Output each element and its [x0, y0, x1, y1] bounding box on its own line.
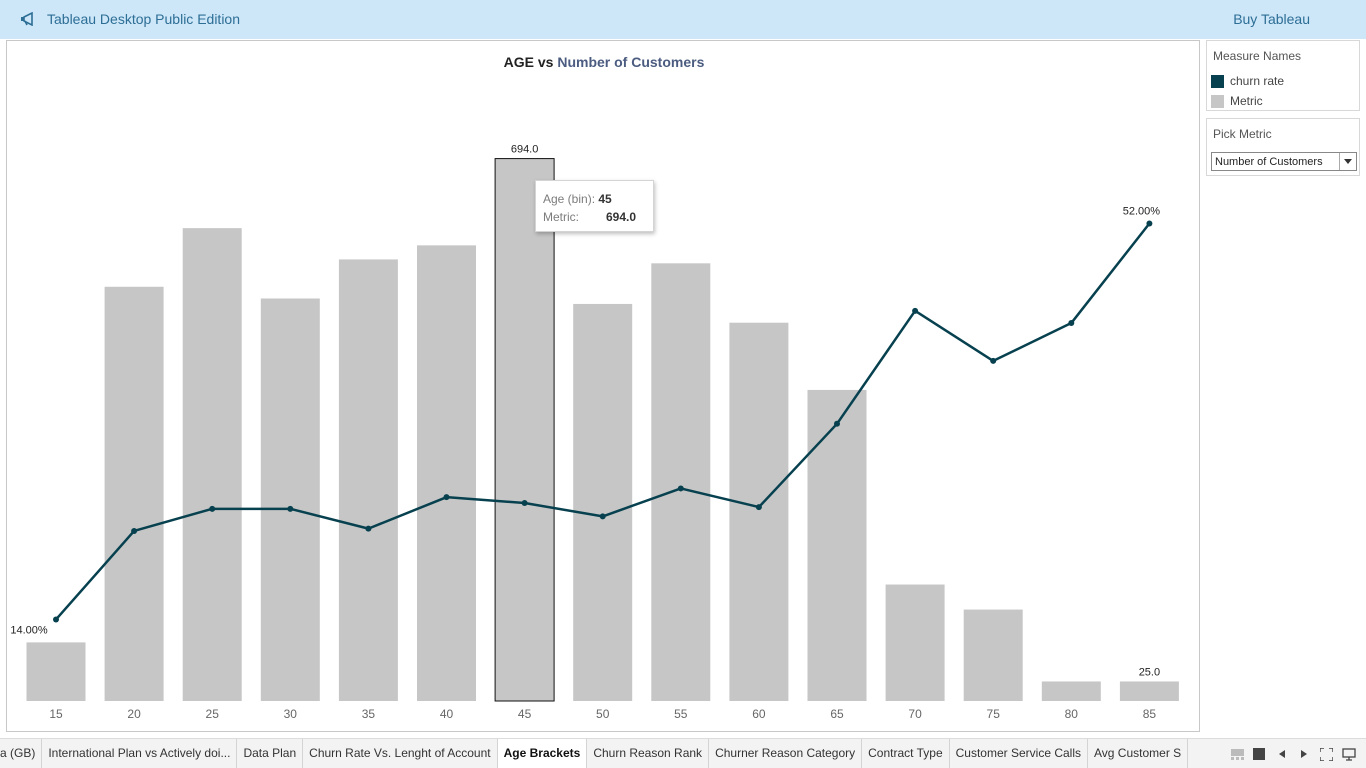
- x-tick-label-15: 15: [49, 707, 63, 721]
- pick-metric-dropdown[interactable]: Number of Customers: [1211, 152, 1357, 171]
- churn-rate-point-30[interactable]: [287, 505, 294, 512]
- sheet-tab-contract-type[interactable]: Contract Type: [862, 739, 950, 768]
- bar-45[interactable]: [494, 158, 555, 702]
- buy-tableau-link[interactable]: Buy Tableau: [1233, 11, 1310, 27]
- sheet-tab-churner-reason-category[interactable]: Churner Reason Category: [709, 739, 863, 768]
- churn-rate-point-45[interactable]: [521, 500, 528, 506]
- churn-rate-point-60[interactable]: [755, 504, 762, 511]
- churn-rate-point-15[interactable]: [53, 616, 59, 623]
- churn-rate-point-25[interactable]: [209, 505, 216, 512]
- legend-swatch-churn-rate: [1211, 74, 1224, 88]
- legend-title: Measure Names: [1213, 49, 1302, 63]
- churn-rate-point-55[interactable]: [677, 485, 684, 492]
- megaphone-icon: [21, 12, 33, 26]
- bar-40[interactable]: [417, 245, 476, 701]
- churn-rate-point-35[interactable]: [365, 525, 372, 532]
- tooltip-age-value: 45: [598, 192, 612, 206]
- next-sheet-icon[interactable]: [1297, 747, 1311, 761]
- churn-rate-point-70[interactable]: [912, 307, 919, 314]
- bar-25[interactable]: [182, 228, 242, 702]
- churn-rate-point-85[interactable]: [1146, 220, 1153, 227]
- legend-item-metric[interactable]: Metric: [1211, 94, 1263, 108]
- legend-label-churn-rate: churn rate: [1230, 74, 1285, 88]
- x-tick-label-85: 85: [1143, 707, 1157, 721]
- churn-rate-point-75[interactable]: [990, 357, 997, 364]
- x-tick-label-80: 80: [1065, 707, 1079, 721]
- bar-80[interactable]: [1041, 681, 1101, 701]
- legend-label-metric: Metric: [1230, 94, 1263, 108]
- tooltip-age-key: Age (bin):: [543, 192, 596, 206]
- churn-rate-point-40[interactable]: [443, 494, 450, 501]
- bar-15[interactable]: [26, 642, 86, 701]
- chevron-down-icon[interactable]: [1339, 153, 1356, 170]
- bar-55[interactable]: [651, 263, 711, 701]
- churn-rate-point-20[interactable]: [131, 527, 138, 534]
- x-tick-label-70: 70: [908, 707, 922, 721]
- bar-70[interactable]: [885, 584, 945, 701]
- sheet-tab-data-plan[interactable]: Data Plan: [237, 739, 304, 768]
- show-filmstrip-icon[interactable]: [1230, 747, 1244, 761]
- x-tick-label-55: 55: [674, 707, 688, 721]
- bar-75[interactable]: [963, 609, 1023, 701]
- chart-area: AGE vs Number of Customers 15 20 25 30 35 40 4…: [6, 40, 1200, 732]
- bar-85[interactable]: [1119, 681, 1179, 701]
- measure-names-legend: Measure Names churn rate Metric: [1206, 40, 1360, 111]
- tab-controls: [1220, 739, 1366, 768]
- app-title: Tableau Desktop Public Edition: [47, 11, 241, 27]
- pick-metric-title: Pick Metric: [1213, 127, 1272, 141]
- x-tick-label-35: 35: [362, 707, 376, 721]
- combo-chart[interactable]: 15 20 25 30 35 40 45 50 55 60 65 70 75 80 85 694.0 25.0 1…: [7, 41, 1199, 731]
- bar-30[interactable]: [260, 298, 320, 701]
- sheet-tab-customer-service-calls[interactable]: Customer Service Calls: [950, 739, 1088, 768]
- x-tick-label-25: 25: [206, 707, 220, 721]
- churn-rate-point-65[interactable]: [834, 420, 840, 427]
- tooltip-metric-key: Metric:: [543, 210, 579, 224]
- sheet-tab-churn-reason-rank[interactable]: Churn Reason Rank: [587, 739, 710, 768]
- pick-metric-selected: Number of Customers: [1215, 156, 1323, 168]
- data-label-metric-45: 694.0: [511, 144, 539, 156]
- x-tick-label-75: 75: [987, 707, 1001, 721]
- bar-65[interactable]: [807, 389, 867, 701]
- legend-item-churn-rate[interactable]: churn rate: [1211, 74, 1284, 88]
- x-tick-label-30: 30: [284, 707, 298, 721]
- sheet-tab-bar: a (GB) International Plan vs Actively doi…: [0, 738, 1366, 768]
- pick-metric-parameter: Pick Metric Number of Customers: [1206, 118, 1360, 176]
- bar-20[interactable]: [104, 286, 164, 701]
- x-tick-label-45: 45: [518, 707, 532, 721]
- top-bar: Tableau Desktop Public Edition Buy Table…: [0, 0, 1366, 39]
- sheet-tab-international-plan-vs-actively-doi[interactable]: International Plan vs Actively doi...: [42, 739, 238, 768]
- bar-60[interactable]: [729, 322, 789, 701]
- presentation-mode-icon[interactable]: [1342, 747, 1356, 761]
- sheet-tab-churn-rate-vs-lenght-of-account[interactable]: Churn Rate Vs. Lenght of Account: [303, 739, 498, 768]
- previous-sheet-icon[interactable]: [1275, 747, 1289, 761]
- sheet-tab-age-brackets[interactable]: Age Brackets: [497, 739, 588, 768]
- tooltip-metric-value: 694.0: [606, 210, 637, 224]
- tooltip-row-age: Age (bin): 45: [543, 190, 653, 208]
- churn-rate-point-80[interactable]: [1068, 320, 1075, 327]
- x-tick-label-40: 40: [440, 707, 454, 721]
- show-tabs-icon[interactable]: [1252, 747, 1266, 761]
- x-tick-label-65: 65: [830, 707, 844, 721]
- bar-35[interactable]: [338, 259, 398, 701]
- chart-tooltip: Age (bin): 45 Metric: 694.0: [535, 180, 654, 232]
- data-label-churn-rate-15: 14.00%: [10, 624, 48, 636]
- data-label-metric-85: 25.0: [1139, 666, 1160, 678]
- sheet-tabs: a (GB) International Plan vs Actively doi…: [0, 739, 1189, 768]
- legend-swatch-metric: [1211, 94, 1224, 108]
- x-tick-label-20: 20: [127, 707, 141, 721]
- x-tick-label-60: 60: [752, 707, 766, 721]
- data-label-churn-rate-85: 52.00%: [1123, 205, 1161, 217]
- tooltip-row-metric: Metric: 694.0: [543, 208, 653, 226]
- fullscreen-icon[interactable]: [1319, 747, 1333, 761]
- sheet-tab-a-gb[interactable]: a (GB): [0, 739, 43, 768]
- sheet-tab-avg-customer-s[interactable]: Avg Customer S: [1088, 739, 1189, 768]
- x-tick-label-50: 50: [596, 707, 610, 721]
- bar-50[interactable]: [573, 303, 633, 701]
- churn-rate-point-50[interactable]: [599, 513, 606, 520]
